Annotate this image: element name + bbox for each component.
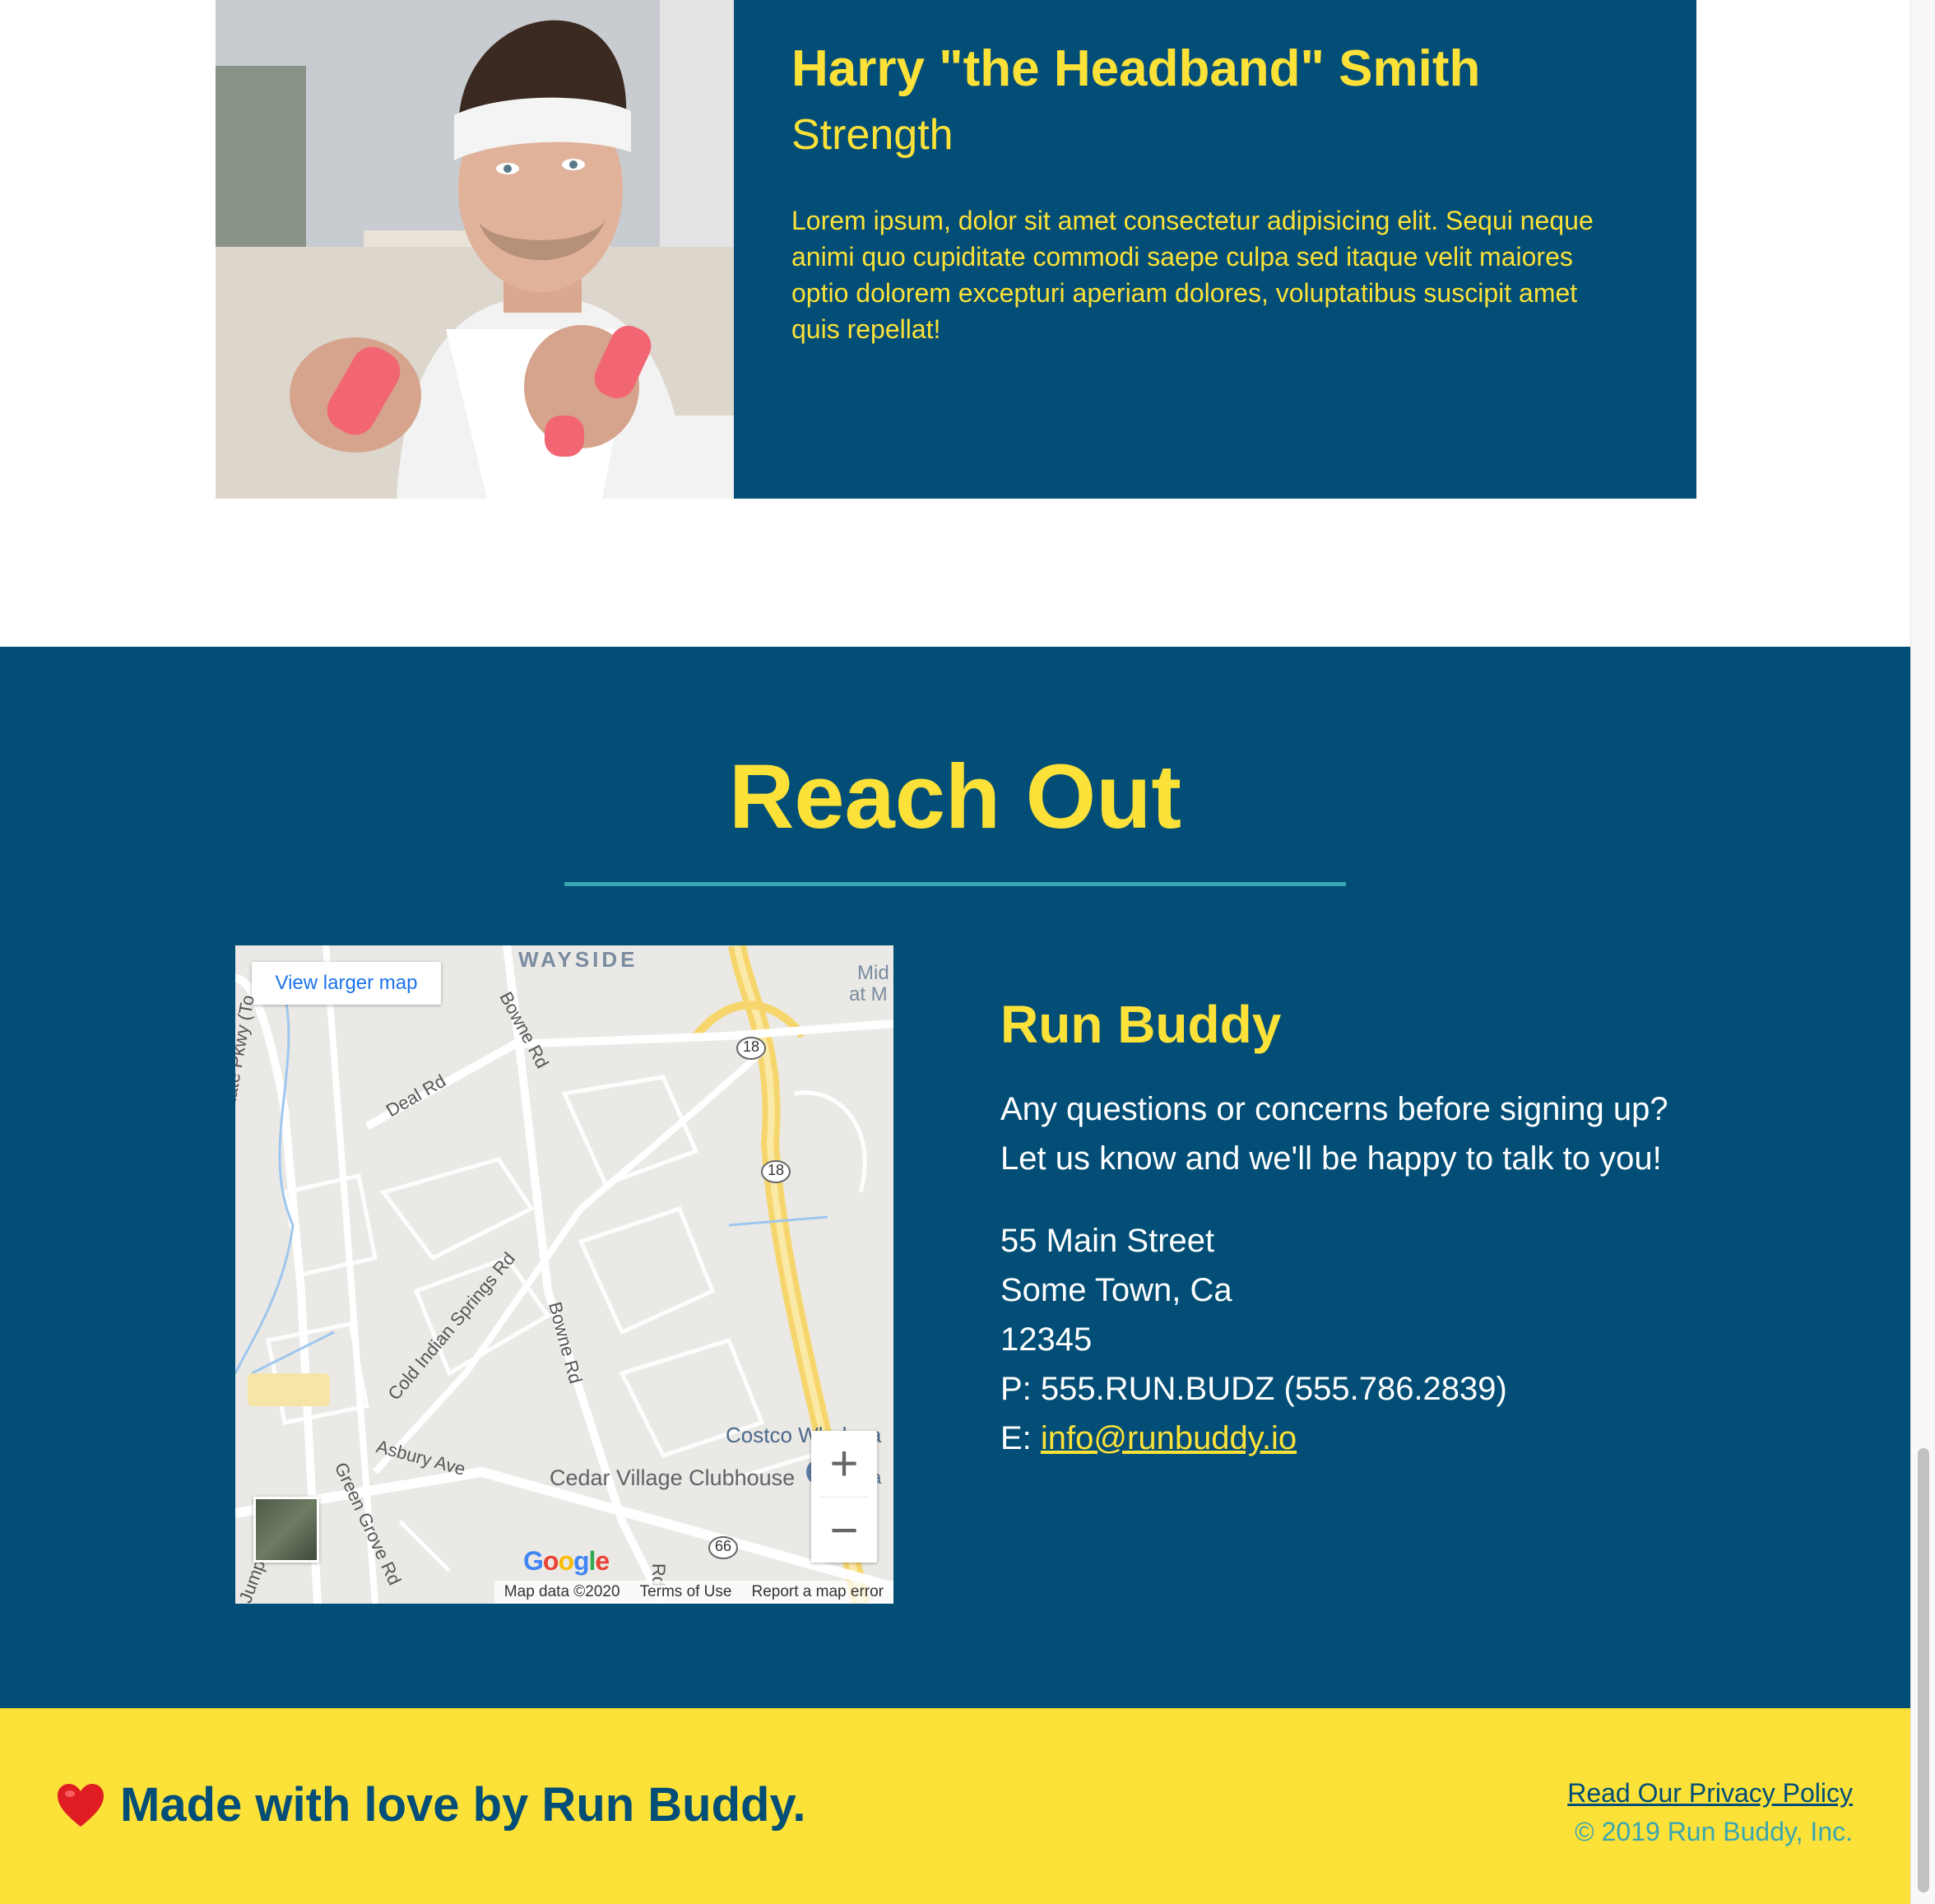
contact-email-link[interactable]: info@runbuddy.io	[1041, 1420, 1297, 1456]
footer-legal: Read Our Privacy Policy © 2019 Run Buddy…	[1567, 1774, 1853, 1851]
contact-blurb-line-2: Let us know and we'll be happy to talk t…	[1000, 1140, 1662, 1177]
map-attribution: Map data ©2020 Terms of Use Report a map…	[494, 1581, 893, 1604]
contact-phone: P: 555.RUN.BUDZ (555.786.2839)	[1000, 1371, 1507, 1407]
map-roads-layer	[235, 945, 893, 1604]
map-zoom-control: + −	[811, 1431, 877, 1563]
map-label-at-m: at M	[849, 983, 888, 1005]
section-divider	[564, 882, 1346, 886]
privacy-policy-link[interactable]: Read Our Privacy Policy	[1567, 1774, 1853, 1812]
contact-blurb: Any questions or concerns before signing…	[1000, 1084, 1741, 1183]
site-footer: Made with love by Run Buddy. Read Our Pr…	[0, 1708, 1910, 1904]
embedded-map[interactable]: View larger map WAYSIDE Deal Rd Bowne Rd…	[235, 945, 893, 1604]
map-label-mid: Mid	[857, 962, 889, 984]
satellite-thumbnail-icon[interactable]	[253, 1497, 319, 1563]
contact-blurb-line-1: Any questions or concerns before signing…	[1000, 1091, 1668, 1127]
address-city: Some Town, Ca	[1000, 1272, 1232, 1308]
route-66-shield: 66	[715, 1538, 732, 1554]
view-larger-map-link[interactable]: View larger map	[252, 962, 441, 1005]
page-scrollbar[interactable]	[1910, 0, 1935, 1904]
google-logo: Google	[523, 1546, 610, 1576]
zoom-in-button[interactable]: +	[811, 1431, 877, 1497]
address-zip: 12345	[1000, 1321, 1093, 1358]
footer-made-with: Made with love by Run Buddy.	[56, 1774, 806, 1837]
route-18-shield-a: 18	[743, 1038, 760, 1055]
copyright-text: © 2019 Run Buddy, Inc.	[1575, 1817, 1853, 1846]
trainer-info: Harry "the Headband" Smith Strength Lore…	[734, 0, 1696, 499]
contact-brand: Run Buddy	[1000, 995, 1282, 1054]
zoom-out-button[interactable]: −	[811, 1498, 877, 1563]
scrollbar-thumb[interactable]	[1918, 1448, 1929, 1892]
trainer-card: Harry "the Headband" Smith Strength Lore…	[216, 0, 1696, 499]
map-data-text: Map data ©2020	[503, 1583, 620, 1600]
heart-icon	[58, 1784, 104, 1827]
contact-email-prefix: E:	[1000, 1420, 1041, 1456]
map-label-cedar-village: Cedar Village Clubhouse	[550, 1465, 796, 1490]
address-street: 55 Main Street	[1000, 1223, 1215, 1259]
trainer-role: Strength	[791, 111, 954, 159]
trainer-name: Harry "the Headband" Smith	[791, 40, 1481, 97]
contact-title: Reach Out	[728, 746, 1182, 848]
map-terms-link[interactable]: Terms of Use	[640, 1583, 732, 1601]
map-report-link[interactable]: Report a map error	[751, 1583, 884, 1601]
map-label-wayside: WAYSIDE	[518, 947, 638, 972]
contact-section: Reach Out View larger map WAYSIDE Deal R…	[0, 647, 1910, 1708]
trainer-bio: Lorem ipsum, dolor sit amet consectetur …	[791, 206, 1594, 344]
trainer-photo	[216, 0, 734, 499]
trainer-photo-illustration	[216, 0, 734, 499]
contact-info: Run Buddy Any questions or concerns befo…	[1000, 992, 1741, 1463]
route-18-shield-b: 18	[768, 1162, 785, 1178]
footer-made-text: Made with love by Run Buddy.	[120, 1778, 806, 1832]
contact-address: 55 Main Street Some Town, Ca 12345 P: 55…	[1000, 1216, 1741, 1463]
